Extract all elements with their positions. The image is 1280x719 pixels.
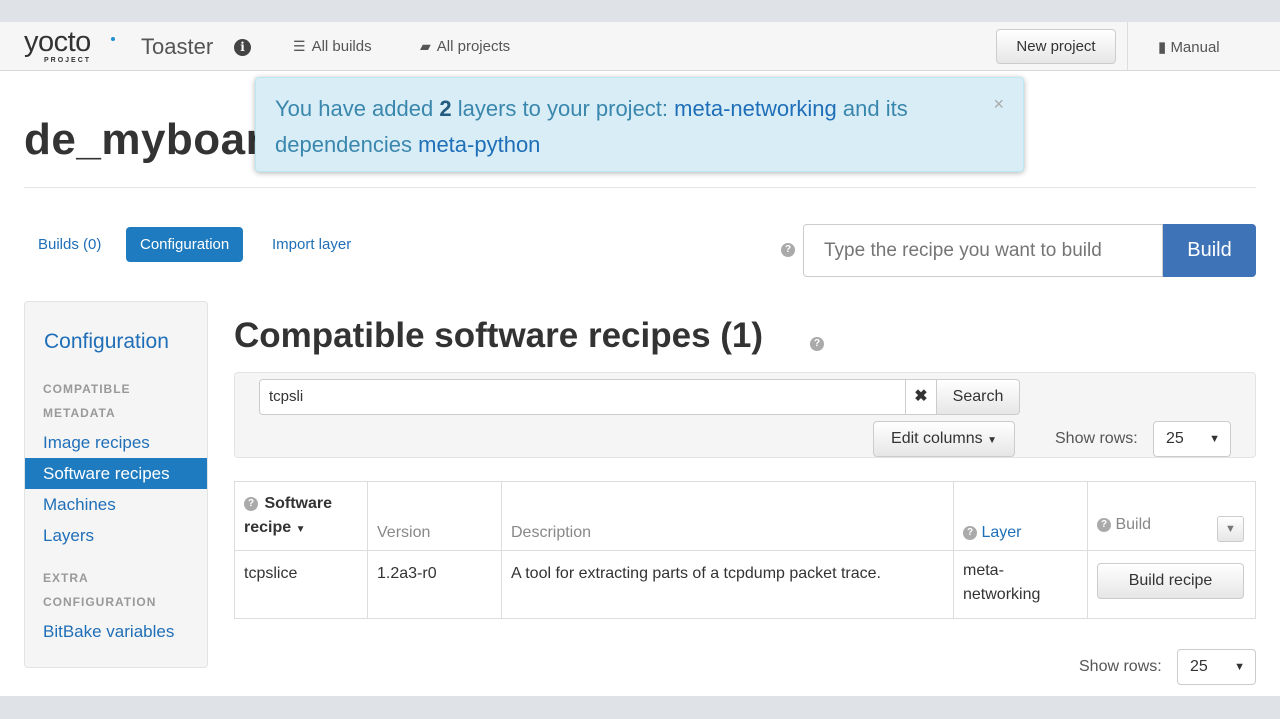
alert-text-middle: layers to your project:	[451, 96, 675, 121]
cell-build: Build recipe	[1087, 550, 1256, 619]
logo-subtitle: PROJECT	[44, 57, 92, 64]
cell-recipe[interactable]: tcpslice	[234, 550, 368, 619]
column-header-layer[interactable]: ? Layer	[953, 481, 1088, 551]
logo-word: yocto	[24, 26, 91, 58]
divider	[24, 187, 1256, 188]
caret-down-icon: ▼	[987, 435, 997, 446]
column-header-version: Version	[367, 481, 502, 551]
help-icon[interactable]: ?	[963, 525, 977, 540]
search-input[interactable]: tcpsli	[259, 379, 906, 415]
show-rows-value: 25	[1166, 430, 1184, 447]
edit-columns-label: Edit columns	[891, 430, 983, 447]
manual-link[interactable]: ▮ Manual	[1158, 38, 1220, 56]
alert-dependency-link[interactable]: meta-python	[418, 132, 540, 157]
sidebar-item-software-recipes[interactable]: Software recipes	[25, 458, 207, 489]
tab-builds[interactable]: Builds (0)	[24, 227, 115, 262]
navbar: yocto PROJECT Toaster i ☰ All builds ▰ A…	[0, 22, 1280, 71]
column-header-layer-label: Layer	[981, 524, 1022, 541]
column-header-description: Description	[501, 481, 954, 551]
help-icon[interactable]: ?	[1097, 517, 1111, 532]
yocto-logo[interactable]: yocto PROJECT	[24, 26, 124, 66]
sidebar-caption-extra-configuration: EXTRA CONFIGURATION	[43, 571, 157, 609]
tab-import-layer[interactable]: Import layer	[258, 227, 365, 262]
column-header-build-label: Build	[1115, 516, 1152, 533]
cell-layer-line2: networking	[963, 586, 1041, 603]
sidebar-item-bitbake-variables[interactable]: BitBake variables	[25, 616, 207, 647]
table-controls: tcpsli ✖ Search Edit columns ▼ Show rows…	[234, 372, 1256, 458]
table-row: tcpslice 1.2a3-r0 A tool for extracting …	[234, 550, 1256, 619]
table-header-row: ? Software recipe ▼ Version Description …	[234, 481, 1256, 551]
sidebar-item-machines[interactable]: Machines	[25, 489, 207, 520]
show-rows-label: Show rows:	[1055, 430, 1138, 447]
sidebar-item-layers[interactable]: Layers	[25, 520, 207, 551]
cell-description: A tool for extracting parts of a tcpdump…	[501, 550, 954, 619]
column-header-recipe[interactable]: ? Software recipe ▼	[234, 481, 368, 551]
recipes-table: ? Software recipe ▼ Version Description …	[234, 481, 1256, 619]
alert-layer-link[interactable]: meta-networking	[674, 96, 837, 121]
manual-label: Manual	[1170, 39, 1220, 56]
help-icon[interactable]: ?	[781, 243, 795, 257]
show-rows-label: Show rows:	[1079, 658, 1162, 675]
sidebar-heading[interactable]: Configuration	[44, 330, 169, 354]
show-rows-select[interactable]: 25 ▼	[1177, 649, 1256, 685]
section-title: Compatible software recipes (1)	[234, 316, 764, 355]
sort-caret-icon: ▼	[295, 524, 306, 535]
alert-text-prefix: You have added	[275, 96, 440, 121]
navbar-divider	[1127, 22, 1128, 71]
nav-all-projects-label: All projects	[436, 38, 511, 55]
clear-search-icon[interactable]: ✖	[905, 379, 937, 415]
show-rows-value: 25	[1190, 658, 1208, 675]
help-icon[interactable]: ?	[244, 496, 258, 511]
tab-configuration[interactable]: Configuration	[126, 227, 244, 262]
list-icon: ☰	[293, 38, 306, 54]
help-icon[interactable]: ?	[810, 337, 824, 351]
book-icon: ▮	[1158, 39, 1167, 56]
close-icon[interactable]: ×	[993, 86, 1004, 122]
new-project-button[interactable]: New project	[996, 29, 1116, 64]
nav-all-builds-label: All builds	[311, 38, 372, 55]
filter-icon[interactable]: ▼	[1217, 516, 1244, 542]
edit-columns-button[interactable]: Edit columns ▼	[873, 421, 1015, 457]
folder-icon: ▰	[420, 38, 431, 54]
sidebar-item-image-recipes[interactable]: Image recipes	[25, 427, 207, 458]
column-header-build: ? Build ▼	[1087, 481, 1256, 551]
build-button[interactable]: Build	[1163, 224, 1256, 277]
chevron-down-icon: ▼	[1234, 661, 1245, 673]
cell-version: 1.2a3-r0	[367, 550, 502, 619]
build-recipe-button[interactable]: Build recipe	[1097, 563, 1244, 599]
chevron-down-icon: ▼	[1209, 433, 1220, 445]
cell-layer[interactable]: meta- networking	[953, 550, 1088, 619]
sidebar-caption-compatible-metadata: COMPATIBLE METADATA	[43, 382, 131, 420]
cell-layer-line1: meta-	[963, 562, 1004, 579]
logo-dot	[111, 37, 115, 41]
column-header-recipe-line1: Software	[264, 495, 333, 512]
sidebar: Configuration COMPATIBLE METADATA Image …	[24, 301, 208, 668]
column-header-recipe-line2: recipe	[244, 519, 292, 536]
info-icon[interactable]: i	[234, 39, 251, 56]
search-button[interactable]: Search	[936, 379, 1020, 415]
show-rows-select[interactable]: 25 ▼	[1153, 421, 1231, 457]
layers-added-alert: You have added 2 layers to your project:…	[255, 77, 1024, 172]
app-name[interactable]: Toaster	[141, 34, 213, 60]
alert-layer-count: 2	[439, 96, 452, 121]
page: yocto PROJECT Toaster i ☰ All builds ▰ A…	[0, 22, 1280, 696]
build-recipe-input[interactable]	[803, 224, 1163, 277]
nav-all-builds[interactable]: ☰ All builds	[293, 38, 372, 55]
page-title: de_myboard	[24, 115, 291, 164]
nav-all-projects[interactable]: ▰ All projects	[420, 38, 510, 55]
